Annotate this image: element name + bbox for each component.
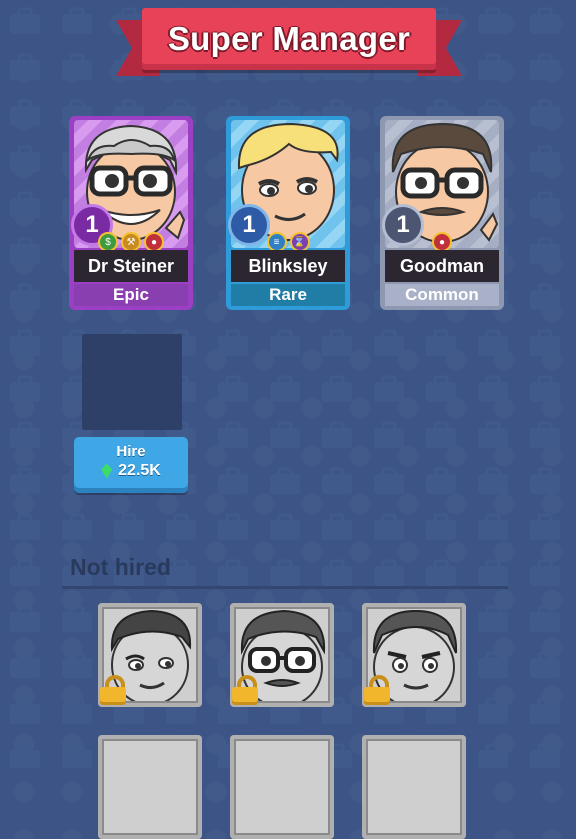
manager-card-blinksley[interactable]: 1 ≡ ⌛ Blinksley Rare bbox=[226, 116, 350, 310]
locked-manager-card[interactable] bbox=[230, 603, 334, 707]
locked-portrait bbox=[236, 741, 328, 833]
elevator-skill-icon: ≡ bbox=[266, 232, 287, 252]
locked-portrait bbox=[368, 741, 460, 833]
manager-name: Dr Steiner bbox=[74, 250, 188, 282]
rarity-label: Rare bbox=[231, 284, 345, 306]
hire-price: 22.5K bbox=[74, 462, 188, 480]
rarity-label: Epic bbox=[74, 284, 188, 306]
manager-card-dr-steiner[interactable]: 1 $ ⚒ ● Dr Steiner Epic bbox=[69, 116, 193, 310]
title-banner: Super Manager bbox=[116, 6, 462, 78]
locked-manager-card[interactable] bbox=[362, 603, 466, 707]
banner-body: Super Manager bbox=[142, 8, 436, 70]
cart-skill-icon: ● bbox=[432, 232, 452, 252]
rarity-label: Common bbox=[385, 284, 499, 306]
cart-skill-icon: ● bbox=[144, 232, 164, 252]
hire-price-value: 22.5K bbox=[118, 462, 161, 479]
lock-icon bbox=[232, 675, 258, 705]
locked-manager-card[interactable] bbox=[98, 603, 202, 707]
manager-name: Goodman bbox=[385, 250, 499, 282]
pickaxe-skill-icon: ⚒ bbox=[121, 232, 141, 252]
empty-manager-slot[interactable] bbox=[82, 334, 182, 430]
locked-portrait bbox=[104, 741, 196, 833]
manager-card-goodman[interactable]: 1 ● Goodman Common bbox=[380, 116, 504, 310]
hourglass-skill-icon: ⌛ bbox=[289, 232, 310, 252]
hire-button[interactable]: Hire 22.5K bbox=[74, 437, 188, 493]
cash-skill-icon: $ bbox=[98, 232, 118, 252]
gem-icon bbox=[101, 463, 113, 479]
hire-label: Hire bbox=[116, 443, 146, 460]
locked-manager-card[interactable] bbox=[230, 735, 334, 839]
not-hired-heading: Not hired bbox=[70, 554, 171, 580]
locked-manager-card[interactable] bbox=[362, 735, 466, 839]
page-title: Super Manager bbox=[167, 20, 411, 57]
lock-icon bbox=[100, 675, 126, 705]
locked-manager-card[interactable] bbox=[98, 735, 202, 839]
section-divider bbox=[62, 586, 508, 589]
lock-icon bbox=[364, 675, 390, 705]
manager-name: Blinksley bbox=[231, 250, 345, 282]
